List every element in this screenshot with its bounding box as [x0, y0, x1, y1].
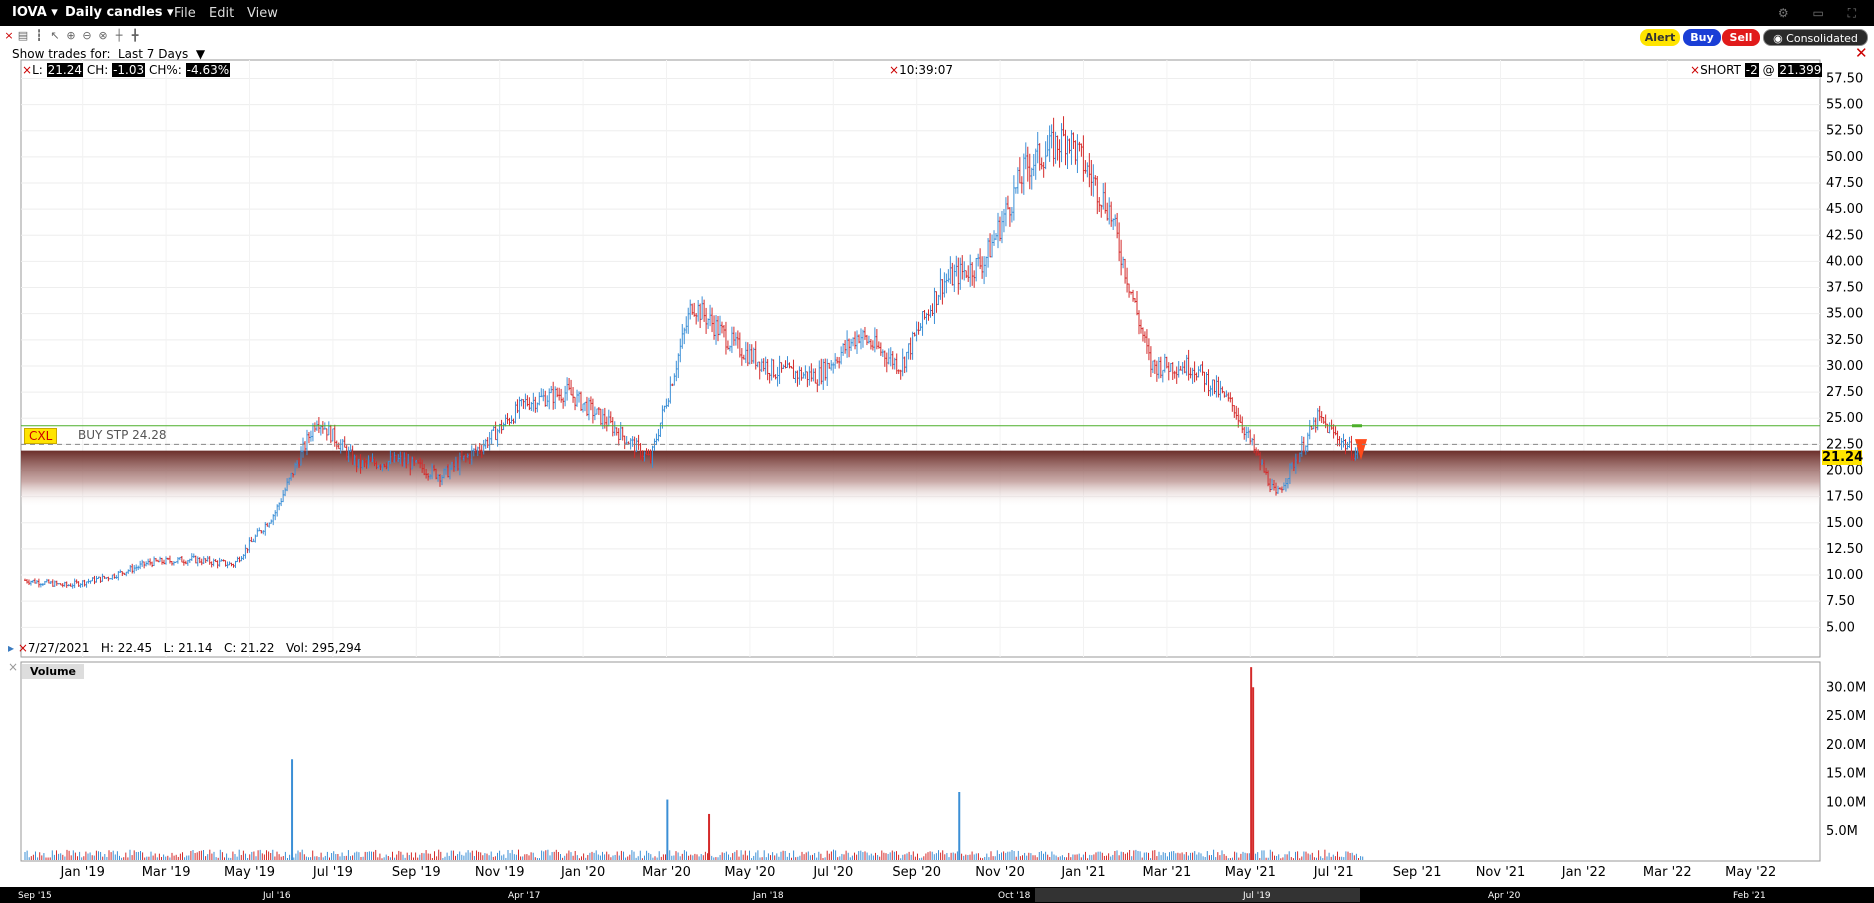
time-tick-label: May '19	[224, 865, 275, 880]
price-tick-label: 40.00	[1826, 254, 1863, 269]
volume-tick-label: 20.0M	[1826, 738, 1866, 753]
price-panel-border	[20, 59, 1821, 658]
time-tick-label: Jan '20	[560, 865, 605, 880]
volume-tick-label: 5.0M	[1826, 824, 1858, 839]
change-pct-label: CH%:	[148, 63, 182, 77]
volume-tick-label: 10.0M	[1826, 795, 1866, 810]
change-value: -1.03	[112, 63, 146, 77]
time-tick-label: Jul '19	[312, 865, 353, 880]
volume-tick-label: 15.0M	[1826, 767, 1866, 782]
time-tick-label: Nov '21	[1476, 865, 1526, 880]
position-header: ×SHORT -2 @ 21.399	[1690, 63, 1823, 77]
scroller-label: Oct '18	[998, 891, 1031, 901]
volume-panel-border	[20, 661, 1821, 862]
scroller-label: Jan '18	[752, 891, 784, 901]
price-tick-label: 5.00	[1826, 620, 1855, 635]
current-price-tag: 21.24	[1822, 449, 1864, 465]
bar-close: C: 21.22	[223, 641, 275, 655]
scroller-label: Feb '21	[1733, 891, 1766, 901]
scroller-thumb[interactable]	[1035, 888, 1360, 902]
position-close-icon[interactable]: ×	[1690, 63, 1700, 77]
time-tick-label: May '21	[1225, 865, 1276, 880]
price-tick-label: 57.50	[1826, 71, 1863, 86]
time-tick-label: Jan '19	[60, 865, 105, 880]
order-cancel-button[interactable]: CXL	[24, 427, 58, 444]
time-tick-label: Mar '20	[642, 865, 691, 880]
bar-info: ▸ ×7/27/2021 H: 22.45 L: 21.14 C: 21.22 …	[8, 641, 361, 655]
quote-time: 10:39:07	[899, 63, 953, 77]
price-tick-label: 55.00	[1826, 98, 1863, 113]
volume-panel-label: Volume	[22, 664, 84, 679]
price-tick-label: 42.50	[1826, 228, 1863, 243]
price-tick-label: 52.50	[1826, 124, 1863, 139]
time-tick-label: Sep '20	[892, 865, 941, 880]
scroller-label: Apr '17	[508, 891, 540, 901]
time-tick-label: Jul '20	[812, 865, 853, 880]
position-label: SHORT	[1700, 63, 1741, 77]
order-label: BUY STP 24.28	[78, 427, 167, 442]
bar-date: 7/27/2021	[27, 641, 90, 655]
time-tick-label: Jul '21	[1313, 865, 1354, 880]
time-tick-label: May '20	[724, 865, 775, 880]
bar-volume: Vol: 295,294	[286, 641, 362, 655]
time-tick-label: Sep '19	[392, 865, 441, 880]
price-tick-label: 27.50	[1826, 385, 1863, 400]
volume-tick-label: 25.0M	[1826, 709, 1866, 724]
bar-info-icon[interactable]: ▸	[8, 641, 14, 655]
price-tick-label: 30.00	[1826, 359, 1863, 374]
scroller-label: Apr '20	[1488, 891, 1521, 901]
bar-info-close-icon[interactable]: ×	[18, 641, 28, 655]
time-tick-label: Mar '19	[142, 865, 191, 880]
price-tick-label: 35.00	[1826, 307, 1863, 322]
last-value: 21.24	[46, 63, 83, 77]
price-tick-label: 12.50	[1826, 542, 1863, 557]
position-qty: -2	[1744, 63, 1759, 77]
price-tick-label: 7.50	[1826, 594, 1855, 609]
volume-close-icon[interactable]: ×	[8, 660, 18, 674]
change-label: CH:	[86, 63, 109, 77]
time-tick-label: Jan '22	[1561, 865, 1606, 880]
bar-low: L: 21.14	[163, 641, 213, 655]
time-tick-label: Nov '19	[475, 865, 525, 880]
time-tick-label: May '22	[1725, 865, 1776, 880]
time-tick-label: Mar '21	[1143, 865, 1192, 880]
price-tick-label: 32.50	[1826, 333, 1863, 348]
bar-high: H: 22.45	[100, 641, 153, 655]
last-label: L:	[32, 63, 43, 77]
price-tick-label: 25.00	[1826, 411, 1863, 426]
price-tick-label: 10.00	[1826, 568, 1863, 583]
time-tick-label: Nov '20	[975, 865, 1025, 880]
price-tick-label: 15.00	[1826, 516, 1863, 531]
scroller-label: Jul '19	[1242, 891, 1271, 901]
price-tick-label: 37.50	[1826, 281, 1863, 296]
change-pct-value: -4.63%	[185, 63, 231, 77]
price-tick-label: 17.50	[1826, 490, 1863, 505]
position-at: @	[1762, 63, 1775, 77]
time-tick-label: Mar '22	[1643, 865, 1692, 880]
scroller-label: Sep '15	[18, 891, 52, 901]
time-header: ×10:39:07	[889, 63, 953, 77]
time-close-icon[interactable]: ×	[889, 63, 899, 77]
chart-canvas[interactable]: 5.007.5010.0012.5015.0017.5020.0022.5025…	[0, 0, 1874, 903]
time-tick-label: Sep '21	[1393, 865, 1442, 880]
time-tick-label: Jan '21	[1060, 865, 1105, 880]
volume-tick-label: 30.0M	[1826, 680, 1866, 695]
price-tick-label: 47.50	[1826, 176, 1863, 191]
quote-header: ×L: 21.24 CH: -1.03 CH%: -4.63%	[22, 63, 231, 77]
price-tick-label: 20.00	[1826, 464, 1863, 479]
price-tick-label: 45.00	[1826, 202, 1863, 217]
position-price: 21.399	[1778, 63, 1823, 77]
price-tick-label: 50.00	[1826, 150, 1863, 165]
quote-close-icon[interactable]: ×	[22, 63, 32, 77]
scroller-label: Jul '16	[262, 891, 291, 901]
